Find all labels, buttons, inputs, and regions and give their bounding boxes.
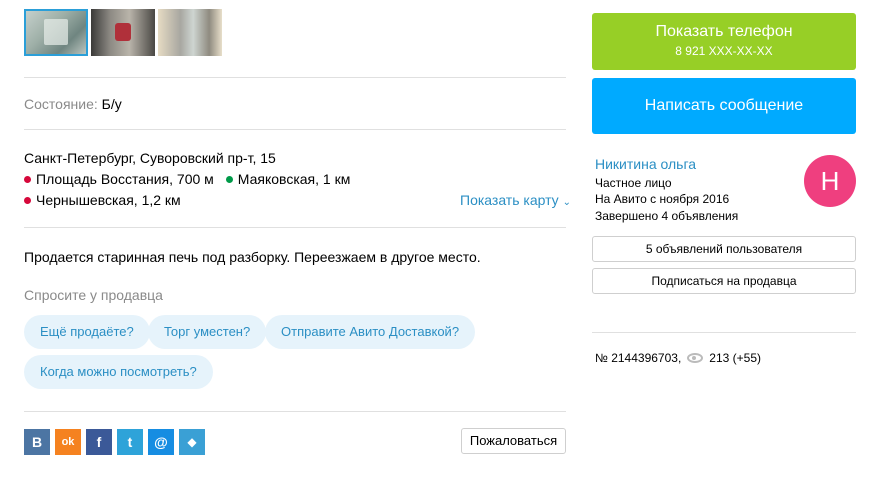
avatar[interactable]: Н [804, 155, 856, 207]
mail-share-icon[interactable]: @ [148, 429, 174, 455]
seller-ads-button[interactable]: 5 объявлений пользователя [592, 236, 856, 262]
metro-station-name: Чернышевская, 1,2 км [36, 192, 181, 208]
question-chip[interactable]: Когда можно посмотреть? [24, 355, 213, 389]
question-chip[interactable]: Отправите Авито Доставкой? [265, 315, 476, 349]
divider [24, 77, 566, 78]
phone-number: 8 921 XXX-XX-XX [675, 44, 773, 58]
photo-thumbnail-3[interactable] [158, 9, 222, 56]
divider [24, 129, 566, 130]
twitter-share-icon[interactable]: t [117, 429, 143, 455]
question-chip[interactable]: Ещё продаёте? [24, 315, 150, 349]
metro-station: Площадь Восстания, 700 м [24, 171, 214, 187]
seller-completed: Завершено 4 объявления [595, 209, 739, 223]
metro-station: Чернышевская, 1,2 км [24, 192, 181, 208]
metro-dot-icon [24, 175, 31, 183]
ask-seller-title: Спросите у продавца [24, 287, 163, 303]
show-map-link[interactable]: Показать карту ⌄ [460, 192, 571, 208]
show-phone-button[interactable]: Показать телефон 8 921 XXX-XX-XX [592, 13, 856, 70]
eye-icon [687, 353, 704, 363]
metro-dot-icon [225, 175, 233, 183]
ad-number: № 2144396703, [595, 351, 682, 365]
show-map-label: Показать карту [460, 192, 559, 208]
address: Санкт-Петербург, Суворовский пр-т, 15 [24, 150, 276, 166]
seller-name[interactable]: Никитина ольга [595, 156, 696, 172]
seller-type: Частное лицо [595, 176, 672, 190]
condition: Состояние: Б/у [24, 96, 122, 112]
vk-share-icon[interactable]: B [24, 429, 50, 455]
metro-row-1: Площадь Восстания, 700 м Маяковская, 1 к… [24, 171, 350, 187]
divider [24, 411, 566, 412]
ad-stats: № 2144396703, 213 (+55) [595, 351, 761, 365]
photo-thumbnails [24, 9, 222, 56]
condition-value: Б/у [101, 96, 122, 112]
chevron-down-icon: ⌄ [562, 197, 571, 208]
condition-label: Состояние: [24, 96, 98, 112]
question-chip[interactable]: Торг уместен? [148, 315, 267, 349]
report-button[interactable]: Пожаловаться [461, 428, 566, 454]
divider [24, 227, 566, 228]
facebook-share-icon[interactable]: f [86, 429, 112, 455]
metro-station: Маяковская, 1 км [225, 171, 351, 187]
metro-station-name: Маяковская, 1 км [237, 171, 351, 187]
photo-thumbnail-2[interactable] [91, 9, 155, 56]
odnoklassniki-share-icon[interactable]: ok [55, 429, 81, 455]
description: Продается старинная печь под разборку. П… [24, 249, 481, 265]
views-count: 213 (+55) [709, 351, 761, 365]
livejournal-share-icon[interactable]: ◆ [179, 429, 205, 455]
divider [592, 332, 856, 333]
show-phone-label: Показать телефон [655, 23, 793, 40]
metro-dot-icon [24, 196, 31, 204]
subscribe-seller-button[interactable]: Подписаться на продавца [592, 268, 856, 294]
photo-thumbnail-1[interactable] [24, 9, 88, 56]
metro-row-2: Чернышевская, 1,2 км [24, 192, 181, 208]
share-buttons: B ok f t @ ◆ [24, 429, 205, 455]
write-message-button[interactable]: Написать сообщение [592, 78, 856, 134]
metro-station-name: Площадь Восстания, 700 м [36, 171, 214, 187]
seller-since: На Авито с ноября 2016 [595, 192, 730, 206]
